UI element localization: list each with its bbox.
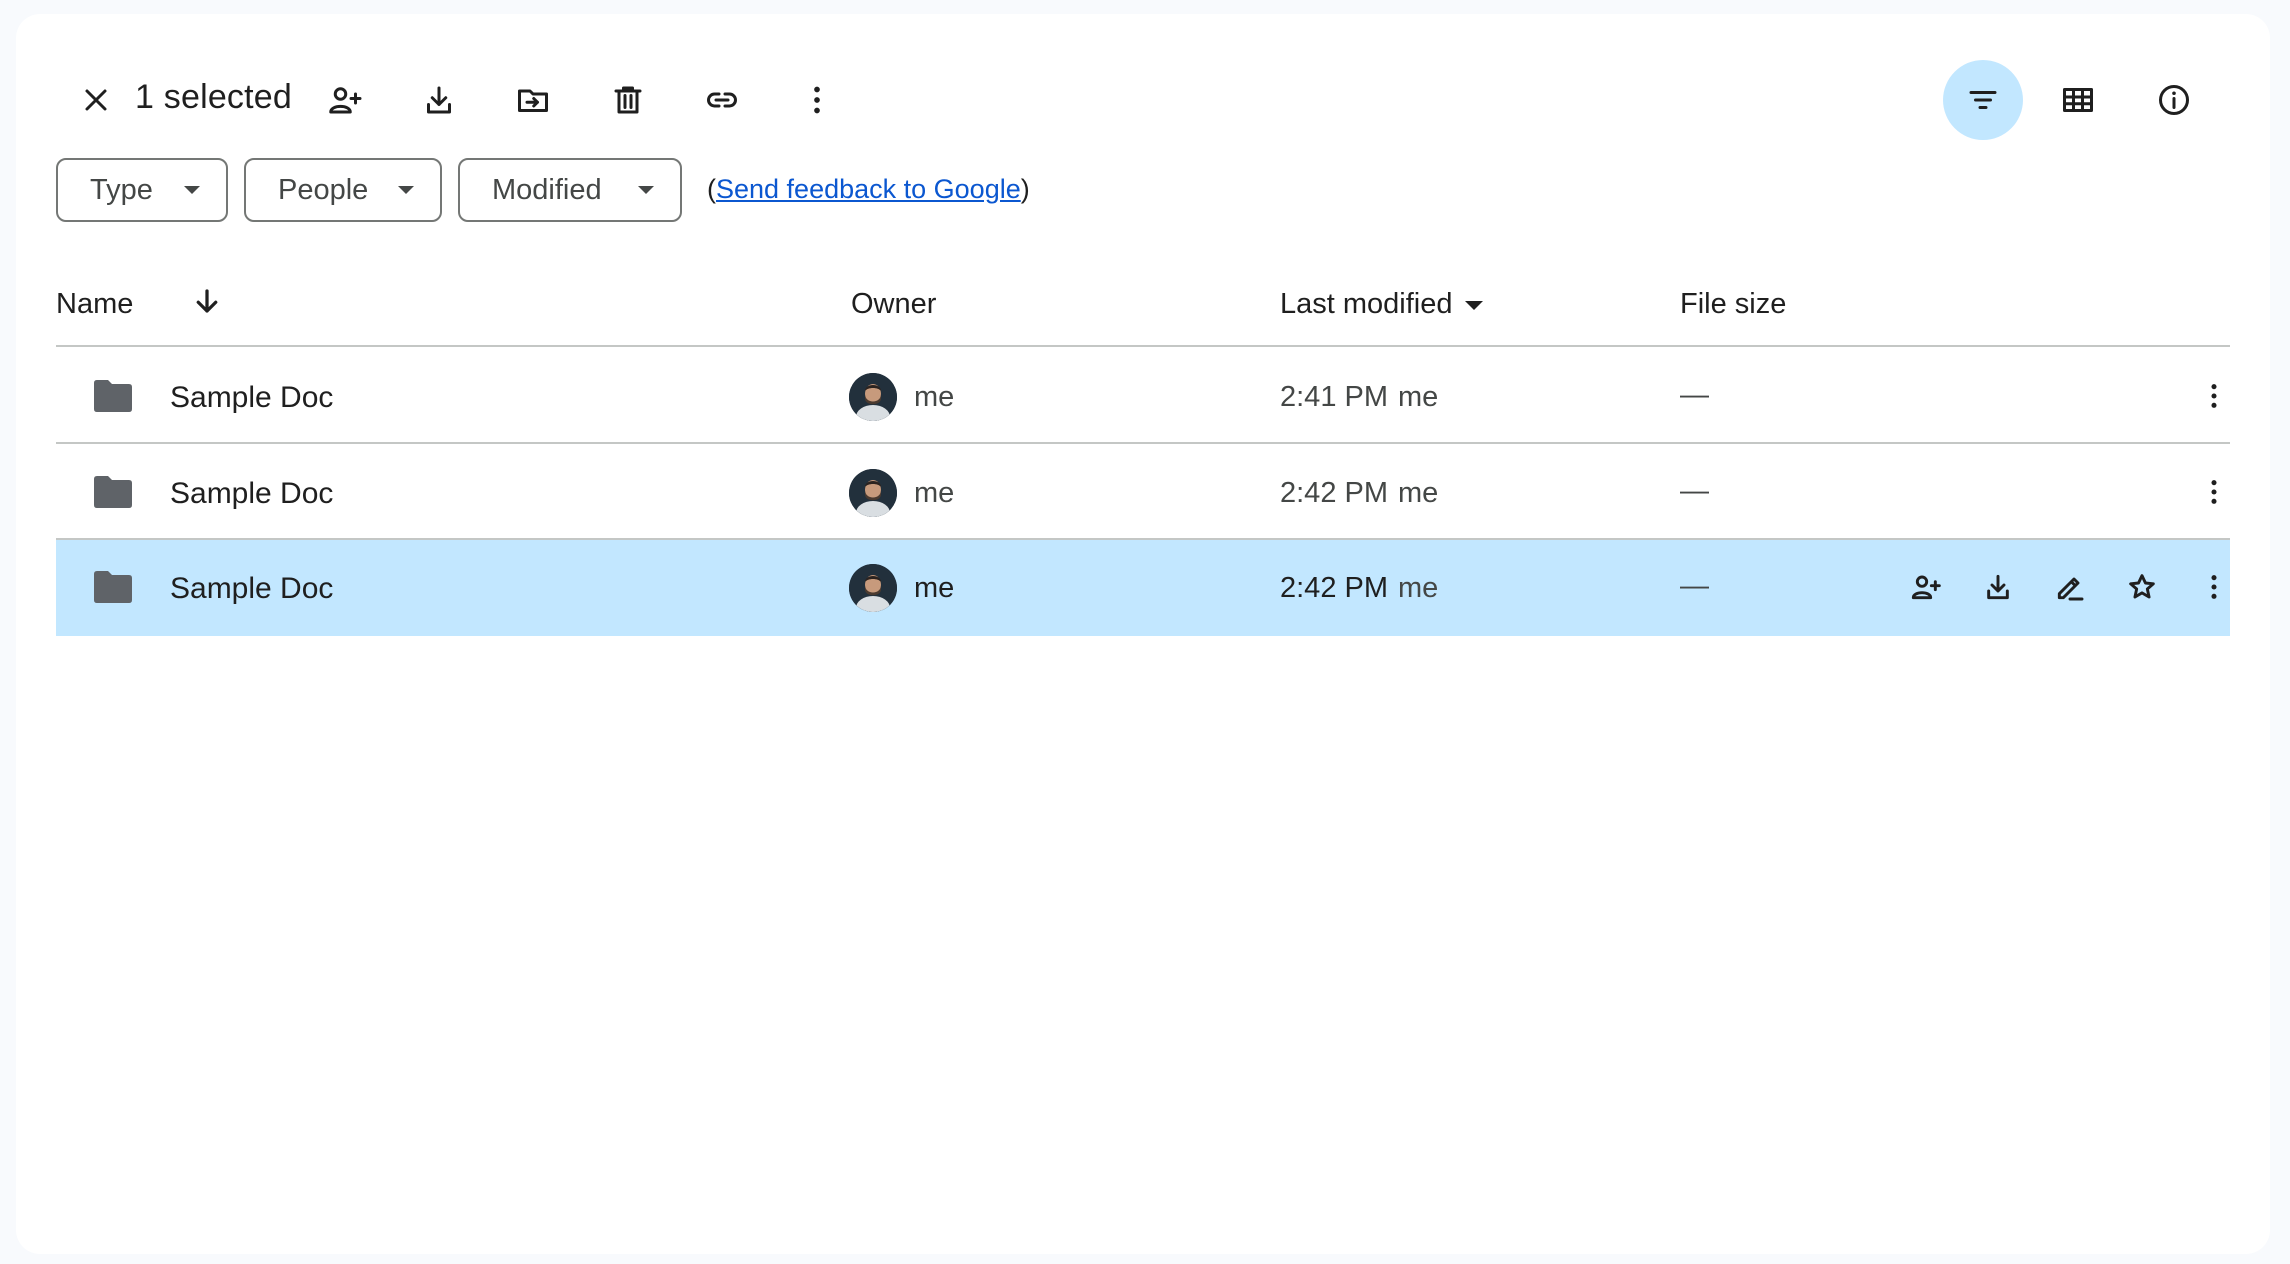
last-modified: 2:42 PM me <box>1280 477 1438 510</box>
modified-filter-label: Modified <box>492 173 602 206</box>
delete-button[interactable] <box>592 64 664 136</box>
edit-icon <box>2057 577 2084 601</box>
file-size: — <box>1680 570 1709 602</box>
folder-icon <box>92 570 134 604</box>
share-icon <box>329 87 362 114</box>
people-filter-chip[interactable]: People <box>244 158 442 222</box>
selection-toolbar: 1 selected <box>16 14 2270 158</box>
modified-time: 2:41 PM <box>1280 381 1388 413</box>
grid-view-button[interactable] <box>2042 64 2114 136</box>
row-more-button[interactable] <box>2190 563 2238 611</box>
star-icon <box>2129 574 2155 599</box>
row-download-button[interactable] <box>1974 563 2022 611</box>
file-name[interactable]: Sample Doc <box>170 381 333 415</box>
avatar <box>849 564 897 612</box>
copy-link-button[interactable] <box>686 64 758 136</box>
file-name[interactable]: Sample Doc <box>170 477 333 511</box>
row-rename-button[interactable] <box>2046 563 2094 611</box>
last-modified-column-header[interactable]: Last modified <box>1280 288 1483 321</box>
filter-button[interactable] <box>1943 60 2023 140</box>
sort-direction-button[interactable] <box>192 286 222 316</box>
send-feedback-link[interactable]: Send feedback to Google <box>716 174 1021 204</box>
modified-by: me <box>1398 572 1439 604</box>
modified-time: 2:42 PM <box>1280 572 1388 604</box>
dropdown-caret-icon <box>398 186 414 194</box>
file-size-column-header: File size <box>1680 288 1787 320</box>
file-browser-panel: 1 selected Type People Modified (Send fe… <box>16 14 2270 1254</box>
type-filter-label: Type <box>90 173 153 206</box>
file-size: — <box>1680 379 1709 411</box>
download-icon <box>427 86 451 114</box>
row-share-button[interactable] <box>1902 563 1950 611</box>
owner-name: me <box>914 381 955 413</box>
move-button[interactable] <box>497 64 569 136</box>
table-header: Name Owner Last modified File size <box>56 252 2230 347</box>
delete-icon <box>614 86 642 114</box>
table-row[interactable]: Sample Doc me 2:41 PM me — <box>56 349 2230 444</box>
table-row[interactable]: Sample Doc me 2:42 PM me — <box>56 540 2230 636</box>
owner-column-header: Owner <box>851 288 937 320</box>
file-name[interactable]: Sample Doc <box>170 572 333 606</box>
modified-by: me <box>1398 381 1439 413</box>
dropdown-caret-icon <box>638 186 654 194</box>
avatar <box>849 373 897 421</box>
move-icon <box>518 89 548 112</box>
row-more-button[interactable] <box>2190 468 2238 516</box>
details-button[interactable] <box>2138 64 2210 136</box>
download-button[interactable] <box>403 64 475 136</box>
people-filter-label: People <box>278 173 369 206</box>
arrow-down-icon <box>196 289 218 313</box>
row-star-button[interactable] <box>2118 563 2166 611</box>
modified-filter-chip[interactable]: Modified <box>458 158 682 222</box>
link-icon <box>707 92 737 108</box>
modified-by: me <box>1398 477 1439 509</box>
owner-name: me <box>914 572 955 604</box>
info-icon <box>2159 85 2189 115</box>
name-column-header[interactable]: Name <box>56 288 133 321</box>
close-icon <box>85 89 107 111</box>
table-row[interactable]: Sample Doc me 2:42 PM me — <box>56 445 2230 540</box>
last-modified: 2:42 PM me <box>1280 572 1438 605</box>
more-icon <box>2211 384 2217 408</box>
avatar <box>849 469 897 517</box>
type-filter-chip[interactable]: Type <box>56 158 228 222</box>
dropdown-caret-icon <box>184 186 200 194</box>
more-icon <box>2211 575 2217 599</box>
modified-time: 2:42 PM <box>1280 477 1388 509</box>
folder-icon <box>92 379 134 413</box>
sort-caret-icon <box>1464 300 1483 310</box>
more-icon <box>2211 480 2217 504</box>
share-icon <box>1911 575 1941 600</box>
filter-icon <box>1969 91 1997 109</box>
share-button[interactable] <box>309 64 381 136</box>
download-icon <box>1987 574 2009 600</box>
grid-view-icon <box>2063 88 2093 112</box>
more-actions-button[interactable] <box>781 64 853 136</box>
file-size: — <box>1680 475 1709 507</box>
folder-icon <box>92 475 134 509</box>
clear-selection-button[interactable] <box>60 64 132 136</box>
last-modified: 2:41 PM me <box>1280 381 1438 414</box>
feedback-note: (Send feedback to Google) <box>707 174 1030 204</box>
owner-name: me <box>914 477 955 509</box>
more-icon <box>814 86 820 114</box>
row-more-button[interactable] <box>2190 372 2238 420</box>
selected-count: 1 selected <box>135 78 292 116</box>
